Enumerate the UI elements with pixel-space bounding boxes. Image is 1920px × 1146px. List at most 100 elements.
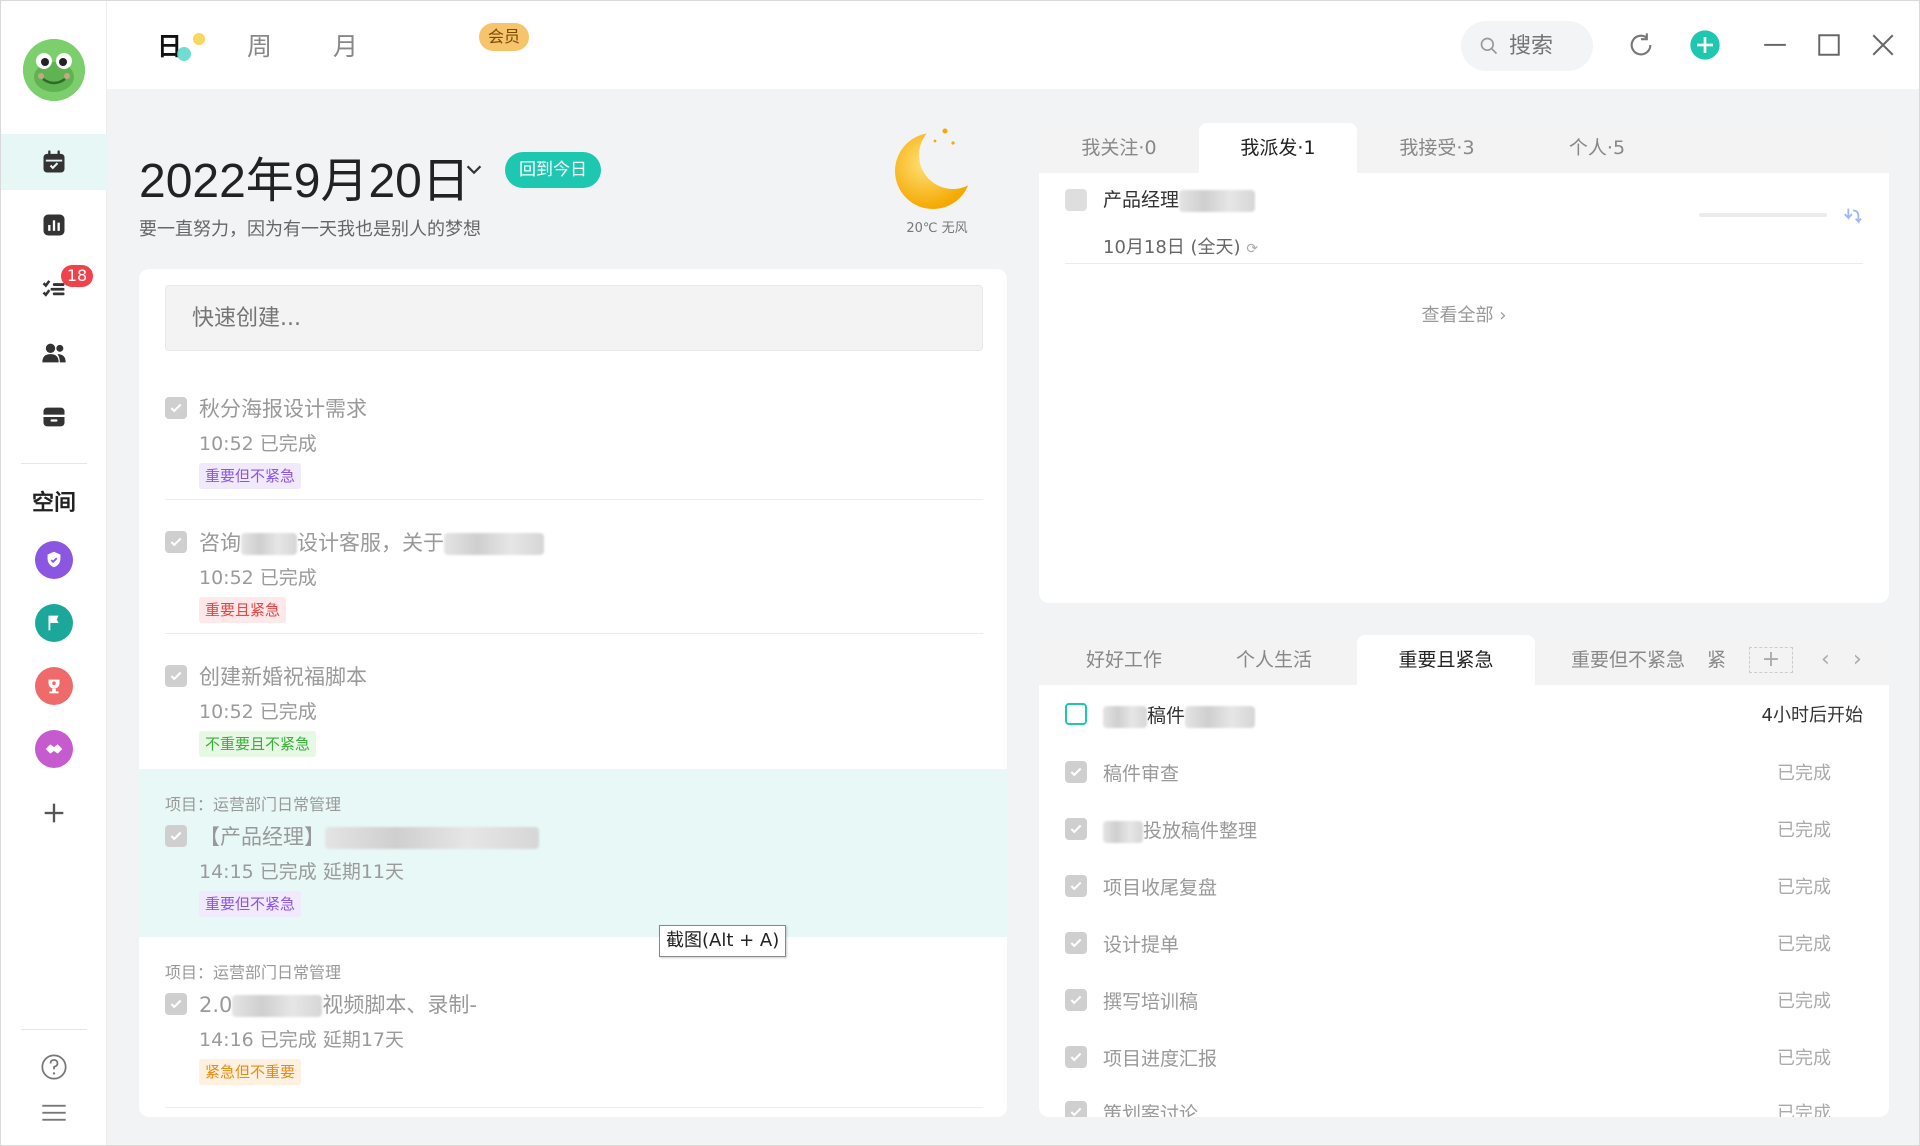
add-tab-button[interactable]: + — [1749, 647, 1793, 673]
priority-row-name-text: 稿件 — [1147, 705, 1186, 727]
tab-following[interactable]: 我关注·0 — [1039, 123, 1199, 173]
task-checkbox[interactable] — [1065, 1101, 1087, 1117]
panel-divider — [1065, 263, 1863, 264]
tab-assigned[interactable]: 我派发·1 — [1199, 123, 1357, 173]
check-icon — [170, 403, 182, 413]
tab-received[interactable]: 我接受·3 — [1357, 123, 1517, 173]
priority-row[interactable]: 稿件 4小时后开始 — [1065, 701, 1863, 741]
task-checkbox[interactable] — [1065, 932, 1087, 954]
task-item-hovered[interactable]: 项目：运营部门日常管理 【产品经理】 14:15 已完成 延期11天 重要但不紧… — [139, 769, 1007, 937]
task-title-part: 咨询 — [199, 531, 241, 555]
plus-circle-icon — [1690, 30, 1720, 60]
task-title: 咨询 设计客服，关于 — [199, 527, 544, 557]
check-icon — [1070, 881, 1082, 891]
priority-row[interactable]: 策划案讨论 已完成 — [1065, 1099, 1863, 1117]
vip-badge[interactable]: 会员 — [479, 23, 530, 51]
view-all-link[interactable]: 查看全部 › — [1039, 301, 1889, 327]
add-space-button[interactable] — [1, 785, 107, 841]
space-item-flag[interactable] — [35, 604, 73, 642]
task-checkbox[interactable] — [165, 665, 187, 687]
task-title-part: 2.0 — [199, 993, 233, 1017]
motto-text: 要一直努力，因为有一天我也是别人的梦想 — [139, 219, 481, 240]
sidebar-item-contacts[interactable] — [1, 325, 107, 381]
task-item[interactable]: 秋分海报设计需求 10:52 已完成 重要但不紧急 — [139, 379, 1007, 509]
tab-important-not-urgent[interactable]: 重要但不紧急 — [1543, 635, 1713, 685]
sidebar-item-archive[interactable] — [1, 389, 107, 445]
check-icon — [1070, 767, 1082, 777]
space-item-shield[interactable] — [35, 541, 73, 579]
task-item[interactable]: 项目：运营部门日常管理 2.0 视频脚本、录制- 14:16 已完成 延期17天 … — [139, 939, 1007, 1107]
task-checkbox[interactable] — [1065, 761, 1087, 783]
close-button[interactable] — [1865, 27, 1901, 63]
task-meta: 10:52 已完成 — [199, 433, 317, 455]
weather-text: 20℃ 无风 — [906, 221, 968, 236]
priority-row[interactable]: 投放稿件整理 已完成 — [1065, 816, 1863, 856]
maximize-button[interactable] — [1811, 27, 1847, 63]
task-checkbox[interactable] — [165, 993, 187, 1015]
refresh-icon — [1630, 33, 1652, 56]
redacted-text — [1103, 820, 1143, 843]
task-checkbox[interactable] — [165, 825, 187, 847]
redacted-text — [232, 995, 323, 1017]
priority-tabs: 好好工作 个人生活 重要且紧急 重要但不紧急 紧急 + ‹ › — [1039, 635, 1889, 685]
tab-urgent[interactable]: 紧急 — [1707, 635, 1737, 685]
forward-arrow-icon[interactable] — [1841, 205, 1863, 227]
tab-month[interactable]: 月 — [333, 27, 358, 63]
plus-icon — [44, 803, 64, 823]
menu-button[interactable] — [1, 1085, 107, 1141]
task-checkbox[interactable] — [165, 397, 187, 419]
minimize-button[interactable] — [1757, 27, 1793, 63]
add-button[interactable] — [1687, 27, 1723, 63]
tab-important-urgent[interactable]: 重要且紧急 — [1357, 635, 1535, 685]
back-to-today-button[interactable]: 回到今日 — [505, 152, 601, 188]
assigned-item-date: 10月18日 (全天) ⟳ — [1103, 233, 1258, 259]
sidebar-item-calendar[interactable] — [1, 134, 107, 190]
task-checkbox[interactable] — [1065, 818, 1087, 840]
handshake-icon — [45, 744, 63, 754]
tab-personal[interactable]: 个人·5 — [1517, 123, 1677, 173]
check-icon — [170, 999, 182, 1009]
priority-row[interactable]: 项目收尾复盘 已完成 — [1065, 873, 1863, 913]
day-dot-teal-icon — [177, 47, 191, 61]
tab-good-work[interactable]: 好好工作 — [1039, 635, 1209, 685]
minimize-icon — [1764, 43, 1786, 46]
task-checkbox[interactable] — [1065, 1046, 1087, 1068]
search-input[interactable] — [1509, 33, 1589, 59]
sidebar-item-statistics[interactable] — [1, 197, 107, 253]
quick-create-input[interactable] — [165, 285, 983, 351]
sidebar: 18 空间 — [1, 1, 107, 1145]
scroll-left-button[interactable]: ‹ — [1821, 647, 1830, 672]
chevron-down-icon[interactable] — [463, 159, 485, 181]
task-meta: 10:52 已完成 — [199, 701, 317, 723]
check-icon — [1070, 1107, 1082, 1117]
archive-icon — [43, 407, 65, 427]
priority-row[interactable]: 撰写培训稿 已完成 — [1065, 987, 1863, 1027]
task-checkbox[interactable] — [1065, 189, 1087, 211]
tab-personal-life[interactable]: 个人生活 — [1199, 635, 1349, 685]
priority-row[interactable]: 设计提单 已完成 — [1065, 930, 1863, 970]
priority-row[interactable]: 项目进度汇报 已完成 — [1065, 1044, 1863, 1084]
avatar[interactable] — [23, 39, 85, 101]
scroll-right-button[interactable]: › — [1853, 647, 1862, 672]
priority-row-state: 已完成 — [1777, 877, 1831, 898]
task-checkbox[interactable] — [165, 531, 187, 553]
sidebar-item-tasks[interactable]: 18 — [1, 261, 107, 317]
task-title-part: 【产品经理】 — [199, 825, 325, 849]
priority-row-state: 已完成 — [1777, 1103, 1831, 1117]
refresh-button[interactable] — [1623, 27, 1659, 63]
task-item[interactable]: 创建新婚祝福脚本 10:52 已完成 不重要且不紧急 — [139, 647, 1007, 777]
priority-row-name: 项目收尾复盘 — [1103, 877, 1218, 899]
space-item-cup[interactable] — [35, 667, 73, 705]
task-checkbox[interactable] — [1065, 703, 1087, 725]
task-checkbox[interactable] — [1065, 989, 1087, 1011]
search-box[interactable] — [1461, 21, 1593, 71]
task-divider — [165, 633, 983, 634]
task-checkbox[interactable] — [1065, 875, 1087, 897]
task-divider — [165, 1107, 983, 1108]
space-item-handshake[interactable] — [35, 730, 73, 768]
tab-week[interactable]: 周 — [247, 27, 272, 63]
date-title[interactable]: 2022年9月20日 — [139, 141, 470, 211]
task-item[interactable]: 咨询 设计客服，关于 10:52 已完成 重要且紧急 — [139, 513, 1007, 643]
assigned-item[interactable]: 产品经理 10月18日 (全天) ⟳ — [1065, 185, 1863, 285]
priority-row[interactable]: 稿件审查 已完成 — [1065, 759, 1863, 799]
